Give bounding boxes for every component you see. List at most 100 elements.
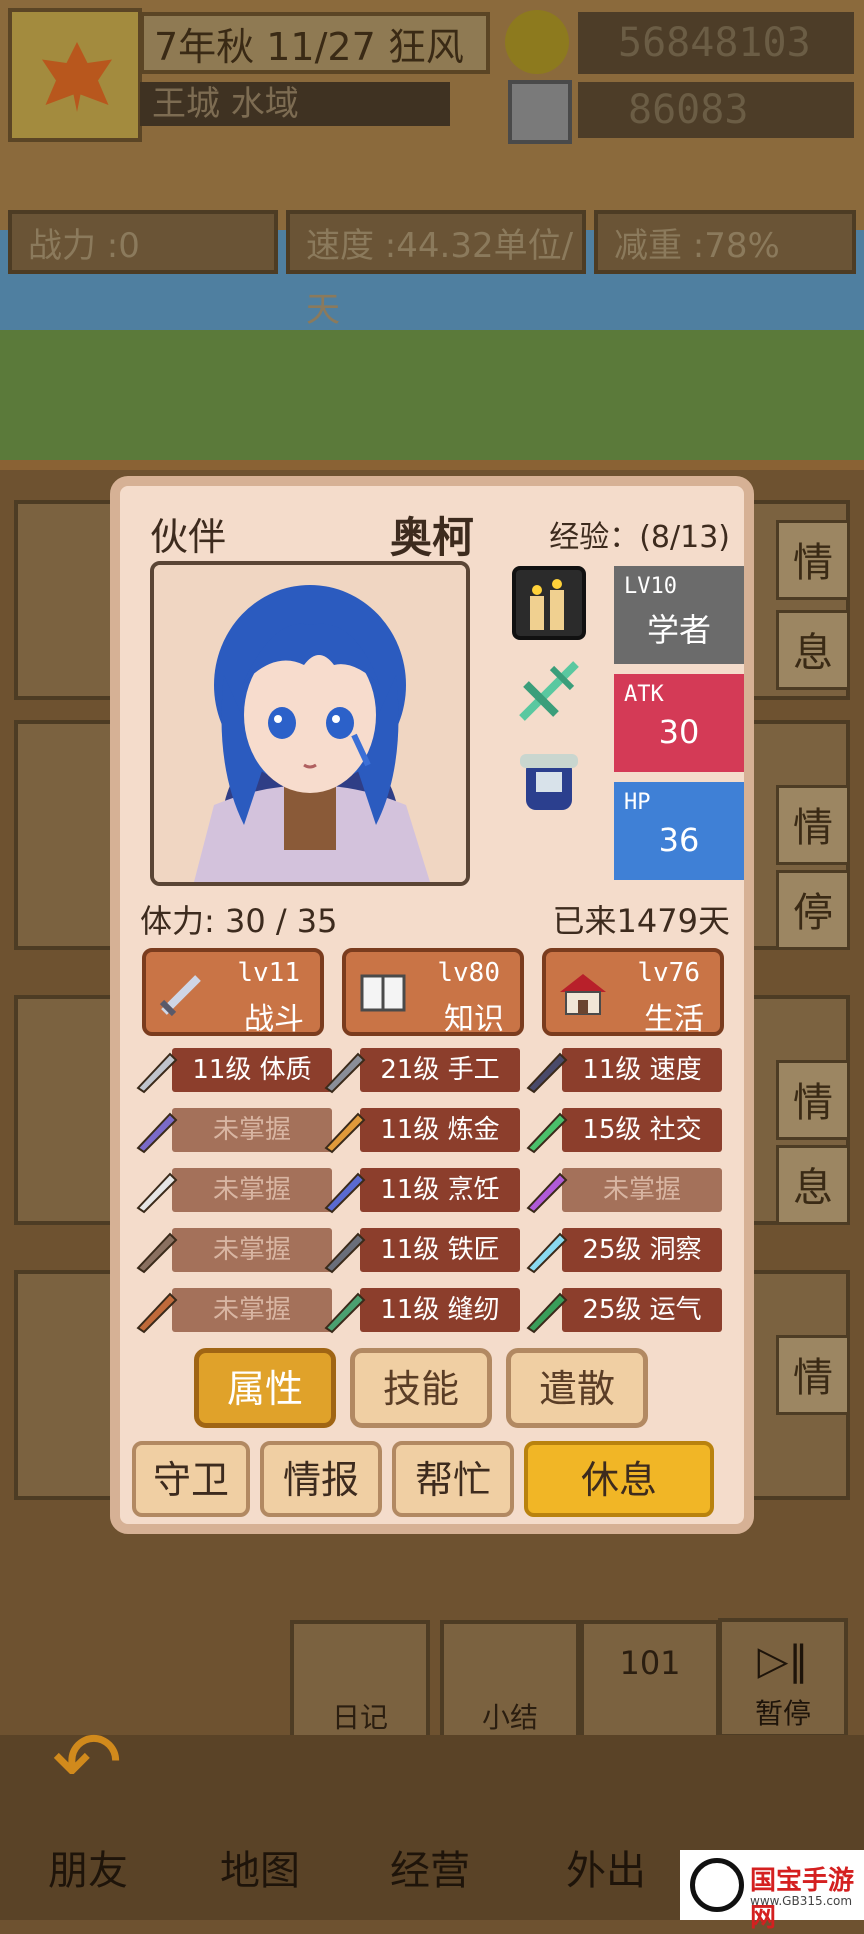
watermark-url: www.GB315.com — [750, 1894, 853, 1908]
candles-icon[interactable] — [512, 566, 586, 640]
item-count: 101 — [580, 1620, 720, 1740]
speed-stat: 速度 :44.32单位/天 — [286, 210, 586, 330]
side-button[interactable]: 情 — [776, 1060, 850, 1140]
skill-label: 11级 速度 — [562, 1048, 722, 1092]
gold-coin-icon — [505, 10, 569, 74]
skill-slot[interactable]: 25级 洞察 — [520, 1224, 722, 1276]
skill-slot[interactable]: 11级 烹饪 — [318, 1164, 520, 1216]
class-level: LV10 — [624, 574, 677, 599]
intel-button[interactable]: 情报 — [260, 1441, 382, 1517]
skill-label: 15级 社交 — [562, 1108, 722, 1152]
category-name: 生活 — [644, 1002, 704, 1037]
category-life[interactable]: lv76 生活 — [542, 948, 724, 1037]
skill-slot[interactable]: 未掌握 — [130, 1164, 332, 1216]
nav-friends[interactable]: 朋友 — [28, 1838, 148, 1896]
side-button[interactable]: 情 — [776, 1335, 850, 1415]
help-button[interactable]: 帮忙 — [392, 1441, 514, 1517]
crossbow-art — [519, 661, 579, 721]
class-name: 学者 — [646, 611, 711, 649]
atk-card: ATK 30 — [614, 674, 744, 772]
atk-label: ATK — [624, 682, 664, 707]
tab-skills[interactable]: 技能 — [350, 1348, 492, 1428]
side-button[interactable]: 情 — [776, 785, 850, 865]
feather-blade-icon — [136, 1172, 178, 1214]
skill-slot[interactable]: 未掌握 — [130, 1284, 332, 1336]
weight-stat: 减重 :78% — [594, 210, 856, 274]
button-icon — [324, 1292, 366, 1334]
skill-slot[interactable]: 11级 体质 — [130, 1044, 332, 1096]
skill-slot[interactable]: 11级 速度 — [520, 1044, 722, 1096]
class-card: LV10 学者 — [614, 566, 744, 664]
stamina: 体力: 30 / 35 — [140, 902, 338, 940]
skill-label: 未掌握 — [172, 1228, 332, 1272]
gem-amount: 86083 — [578, 82, 854, 138]
skill-label: 未掌握 — [562, 1168, 722, 1212]
skill-label: 11级 体质 — [172, 1048, 332, 1092]
skill-label: 未掌握 — [172, 1108, 332, 1152]
skill-slot[interactable]: 未掌握 — [130, 1224, 332, 1276]
nav-outing[interactable]: 外出 — [546, 1838, 666, 1896]
shield-arm-icon — [136, 1052, 178, 1094]
skill-label: 未掌握 — [172, 1168, 332, 1212]
side-button[interactable]: 停 — [776, 870, 850, 950]
pause-button[interactable]: ▷‖ 暂停 — [718, 1618, 848, 1738]
skill-slot[interactable]: 11级 铁匠 — [318, 1224, 520, 1276]
skill-slot[interactable]: 15级 社交 — [520, 1104, 722, 1156]
diary-button[interactable]: 日记 — [290, 1620, 430, 1740]
nav-manage[interactable]: 经营 — [370, 1838, 490, 1896]
house-icon — [560, 974, 606, 1015]
armor-icon[interactable] — [512, 742, 586, 816]
tab-dismiss[interactable]: 遣散 — [506, 1348, 648, 1428]
date-weather: 7年秋 11/27 狂风 — [140, 12, 490, 74]
gem-icon — [508, 80, 572, 144]
side-button[interactable]: 息 — [776, 610, 850, 690]
hp-card: HP 36 — [614, 782, 744, 880]
category-knowledge[interactable]: lv80 知识 — [342, 948, 524, 1037]
rest-button[interactable]: 休息 — [524, 1441, 714, 1517]
pause-label: 暂停 — [754, 1697, 811, 1730]
skill-slot[interactable]: 未掌握 — [130, 1104, 332, 1156]
category-combat[interactable]: lv11 战斗 — [142, 948, 324, 1037]
location-label: 王城 水域 — [140, 82, 450, 126]
panda-logo-icon — [690, 1858, 744, 1912]
category-level: lv11 — [237, 958, 300, 988]
knife-icon — [324, 1052, 366, 1094]
skill-label: 11级 铁匠 — [360, 1228, 520, 1272]
skill-slot[interactable]: 未掌握 — [520, 1164, 722, 1216]
skill-slot[interactable]: 11级 炼金 — [318, 1104, 520, 1156]
slime-icon — [526, 1112, 568, 1154]
skill-slot[interactable]: 25级 运气 — [520, 1284, 722, 1336]
lightning-icon — [526, 1052, 568, 1094]
category-name: 战斗 — [244, 1002, 304, 1037]
power-stat: 战力 :0 — [8, 210, 278, 274]
gold-amount: 56848103 — [578, 12, 854, 74]
side-button[interactable]: 情 — [776, 520, 850, 600]
maple-leaf-icon — [42, 42, 112, 112]
season-badge[interactable] — [8, 8, 142, 142]
side-button[interactable]: 息 — [776, 1145, 850, 1225]
skill-slot[interactable]: 11级 缝纫 — [318, 1284, 520, 1336]
skill-label: 11级 烹饪 — [360, 1168, 520, 1212]
hp-value: 36 — [658, 821, 700, 859]
flask-icon — [324, 1112, 366, 1154]
atk-value: 30 — [658, 713, 700, 751]
character-portrait-art — [154, 565, 466, 882]
companion-portrait — [150, 561, 470, 886]
nav-map[interactable]: 地图 — [200, 1838, 320, 1896]
summary-button[interactable]: 小结 — [440, 1620, 580, 1740]
back-arrow-icon[interactable]: ↶ — [52, 1720, 132, 1804]
experience: 经验：(8/13) — [549, 520, 730, 555]
skill-label: 21级 手工 — [360, 1048, 520, 1092]
skill-label: 25级 洞察 — [562, 1228, 722, 1272]
armor-art — [520, 754, 578, 810]
magic-sparkle-icon — [526, 1172, 568, 1214]
eye-crystal-icon — [526, 1232, 568, 1274]
tab-attributes[interactable]: 属性 — [194, 1348, 336, 1428]
site-watermark: 国宝手游网 www.GB315.com — [680, 1850, 864, 1933]
crossbow-icon[interactable] — [512, 654, 586, 728]
companion-name: 奥柯 — [390, 513, 475, 562]
guard-button[interactable]: 守卫 — [132, 1441, 250, 1517]
skill-slot[interactable]: 21级 手工 — [318, 1044, 520, 1096]
cooking-pot-icon — [324, 1172, 366, 1214]
category-level: lv76 — [637, 958, 700, 988]
